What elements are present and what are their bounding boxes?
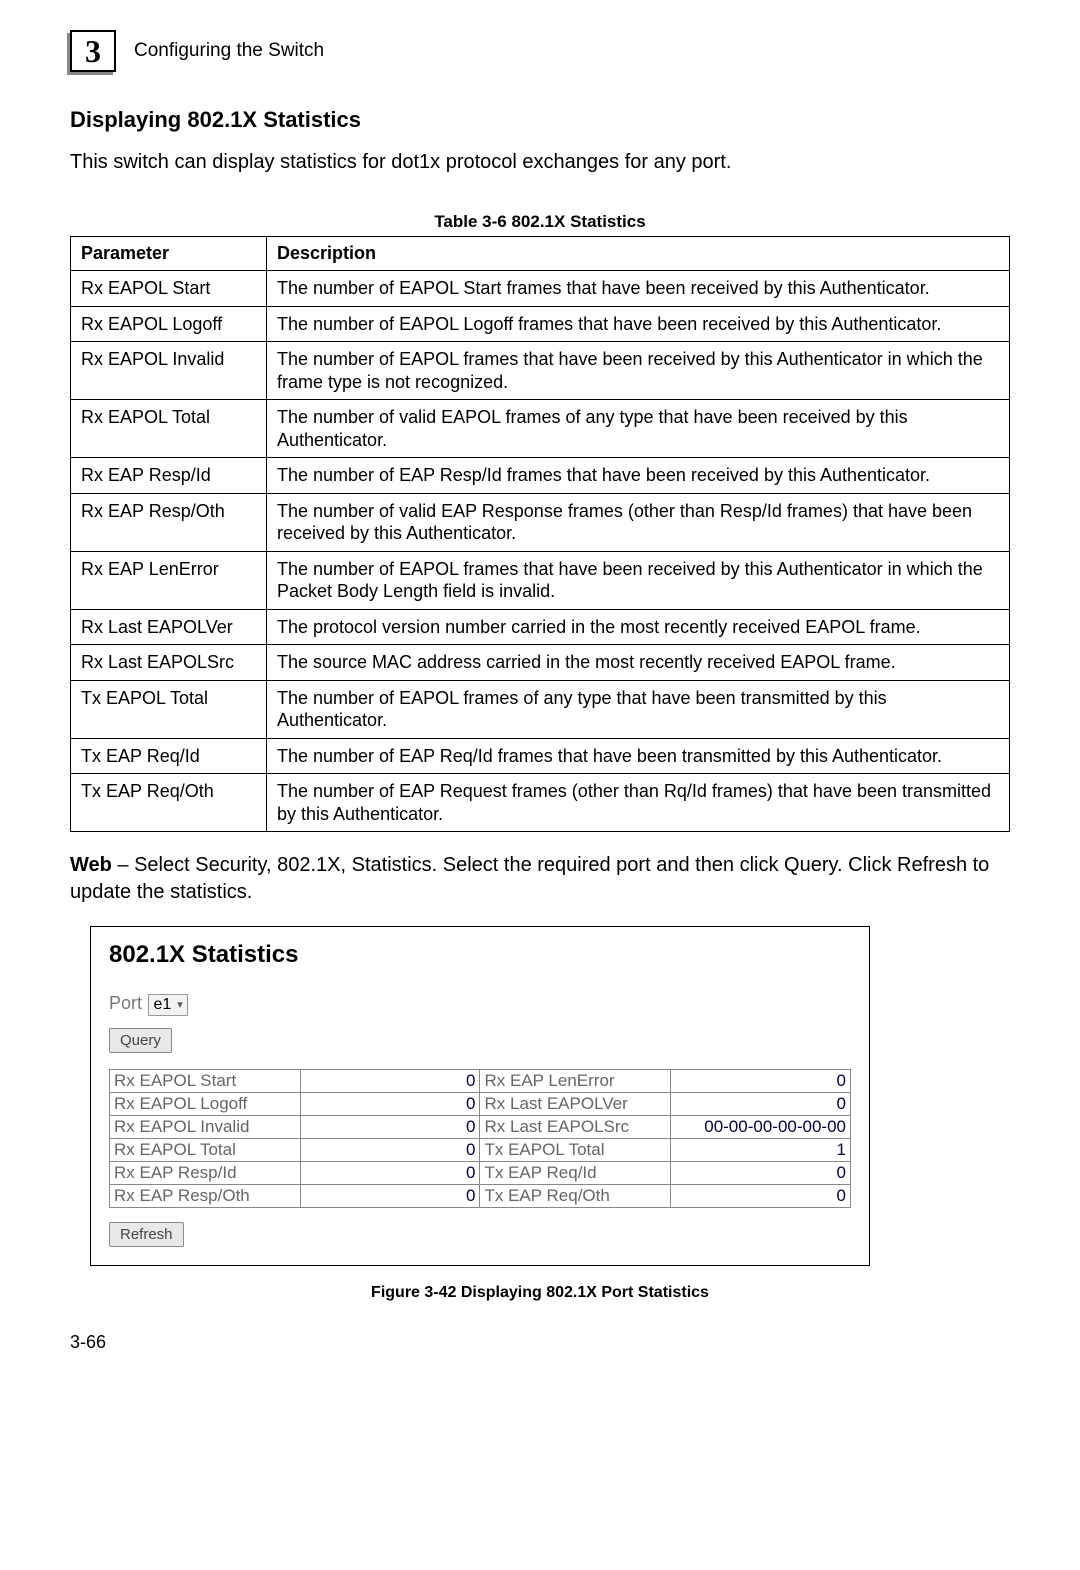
table-row: Rx Last EAPOLSrcThe source MAC address c…	[71, 645, 1010, 681]
table-row: Rx EAPOL LogoffThe number of EAPOL Logof…	[71, 306, 1010, 342]
desc-cell: The protocol version number carried in t…	[267, 609, 1010, 645]
param-cell: Rx Last EAPOLSrc	[71, 645, 267, 681]
stat-label: Rx EAPOL Total	[110, 1138, 301, 1161]
desc-cell: The number of EAPOL Logoff frames that h…	[267, 306, 1010, 342]
table-row: Tx EAP Req/IdThe number of EAP Req/Id fr…	[71, 738, 1010, 774]
desc-cell: The number of EAPOL frames of any type t…	[267, 680, 1010, 738]
section-heading: Displaying 802.1X Statistics	[70, 107, 1010, 133]
table-row: Rx EAP Resp/IdThe number of EAP Resp/Id …	[71, 458, 1010, 494]
port-label: Port	[109, 993, 142, 1013]
stat-value: 0	[671, 1069, 851, 1092]
page-number: 3-66	[70, 1332, 1010, 1353]
param-cell: Rx EAPOL Logoff	[71, 306, 267, 342]
query-button[interactable]: Query	[109, 1028, 172, 1053]
stat-value: 0	[300, 1092, 480, 1115]
chapter-number-badge: 3	[70, 30, 116, 72]
param-cell: Rx EAPOL Invalid	[71, 342, 267, 400]
stats-row: Rx EAPOL Start0Rx EAP LenError0	[110, 1069, 851, 1092]
stat-value: 00-00-00-00-00-00	[671, 1115, 851, 1138]
web-text: – Select Security, 802.1X, Statistics. S…	[70, 854, 989, 903]
stat-label: Rx EAP Resp/Id	[110, 1161, 301, 1184]
stat-label: Rx Last EAPOLSrc	[480, 1115, 671, 1138]
table-row: Rx EAP LenErrorThe number of EAPOL frame…	[71, 551, 1010, 609]
stat-value: 0	[300, 1161, 480, 1184]
stats-row: Rx EAPOL Invalid0Rx Last EAPOLSrc00-00-0…	[110, 1115, 851, 1138]
port-value: e1	[153, 996, 171, 1014]
stat-label: Tx EAP Req/Id	[480, 1161, 671, 1184]
figure-caption: Figure 3-42 Displaying 802.1X Port Stati…	[70, 1284, 1010, 1302]
param-cell: Rx Last EAPOLVer	[71, 609, 267, 645]
stat-label: Tx EAP Req/Oth	[480, 1184, 671, 1207]
stat-value: 0	[671, 1161, 851, 1184]
stats-row: Rx EAP Resp/Oth0Tx EAP Req/Oth0	[110, 1184, 851, 1207]
param-cell: Rx EAP Resp/Id	[71, 458, 267, 494]
table-row: Rx EAPOL StartThe number of EAPOL Start …	[71, 271, 1010, 307]
param-cell: Rx EAP Resp/Oth	[71, 493, 267, 551]
stat-value: 0	[671, 1092, 851, 1115]
th-parameter: Parameter	[71, 237, 267, 271]
param-cell: Rx EAPOL Total	[71, 400, 267, 458]
desc-cell: The number of EAPOL frames that have bee…	[267, 551, 1010, 609]
intro-text: This switch can display statistics for d…	[70, 151, 1010, 174]
stats-row: Rx EAPOL Logoff0Rx Last EAPOLVer0	[110, 1092, 851, 1115]
panel-title: 802.1X Statistics	[109, 941, 851, 969]
page-header: 3 Configuring the Switch	[70, 30, 1010, 72]
stat-value: 1	[671, 1138, 851, 1161]
stats-row: Rx EAPOL Total0Tx EAPOL Total1	[110, 1138, 851, 1161]
th-description: Description	[267, 237, 1010, 271]
stats-row: Rx EAP Resp/Id0Tx EAP Req/Id0	[110, 1161, 851, 1184]
stat-label: Rx EAP LenError	[480, 1069, 671, 1092]
port-select[interactable]: e1 ▾	[148, 994, 187, 1016]
stat-value: 0	[300, 1115, 480, 1138]
stat-label: Rx Last EAPOLVer	[480, 1092, 671, 1115]
stat-value: 0	[300, 1184, 480, 1207]
statistics-panel: 802.1X Statistics Port e1 ▾ Query Rx EAP…	[90, 926, 870, 1266]
table-row: Rx EAPOL TotalThe number of valid EAPOL …	[71, 400, 1010, 458]
desc-cell: The source MAC address carried in the mo…	[267, 645, 1010, 681]
desc-cell: The number of EAPOL Start frames that ha…	[267, 271, 1010, 307]
stat-value: 0	[671, 1184, 851, 1207]
stat-value: 0	[300, 1138, 480, 1161]
table-row: Rx EAPOL InvalidThe number of EAPOL fram…	[71, 342, 1010, 400]
param-cell: Tx EAP Req/Oth	[71, 774, 267, 832]
port-row: Port e1 ▾	[109, 993, 851, 1016]
stats-table: Rx EAPOL Start0Rx EAP LenError0Rx EAPOL …	[109, 1069, 851, 1208]
desc-cell: The number of EAP Request frames (other …	[267, 774, 1010, 832]
table-row: Rx EAP Resp/OthThe number of valid EAP R…	[71, 493, 1010, 551]
param-cell: Rx EAPOL Start	[71, 271, 267, 307]
web-label: Web	[70, 854, 112, 876]
desc-cell: The number of EAP Req/Id frames that hav…	[267, 738, 1010, 774]
desc-cell: The number of EAP Resp/Id frames that ha…	[267, 458, 1010, 494]
stat-label: Rx EAP Resp/Oth	[110, 1184, 301, 1207]
param-cell: Rx EAP LenError	[71, 551, 267, 609]
stat-label: Tx EAPOL Total	[480, 1138, 671, 1161]
desc-cell: The number of valid EAPOL frames of any …	[267, 400, 1010, 458]
param-cell: Tx EAP Req/Id	[71, 738, 267, 774]
stat-label: Rx EAPOL Logoff	[110, 1092, 301, 1115]
table-row: Tx EAP Req/OthThe number of EAP Request …	[71, 774, 1010, 832]
chevron-down-icon: ▾	[177, 998, 183, 1011]
chapter-title: Configuring the Switch	[134, 40, 324, 62]
refresh-button[interactable]: Refresh	[109, 1222, 184, 1247]
table-caption: Table 3-6 802.1X Statistics	[70, 212, 1010, 232]
desc-cell: The number of EAPOL frames that have bee…	[267, 342, 1010, 400]
param-cell: Tx EAPOL Total	[71, 680, 267, 738]
stat-label: Rx EAPOL Start	[110, 1069, 301, 1092]
table-row: Rx Last EAPOLVerThe protocol version num…	[71, 609, 1010, 645]
stat-value: 0	[300, 1069, 480, 1092]
parameters-table: Parameter Description Rx EAPOL StartThe …	[70, 236, 1010, 832]
web-note: Web – Select Security, 802.1X, Statistic…	[70, 852, 1010, 906]
table-row: Tx EAPOL TotalThe number of EAPOL frames…	[71, 680, 1010, 738]
stat-label: Rx EAPOL Invalid	[110, 1115, 301, 1138]
desc-cell: The number of valid EAP Response frames …	[267, 493, 1010, 551]
